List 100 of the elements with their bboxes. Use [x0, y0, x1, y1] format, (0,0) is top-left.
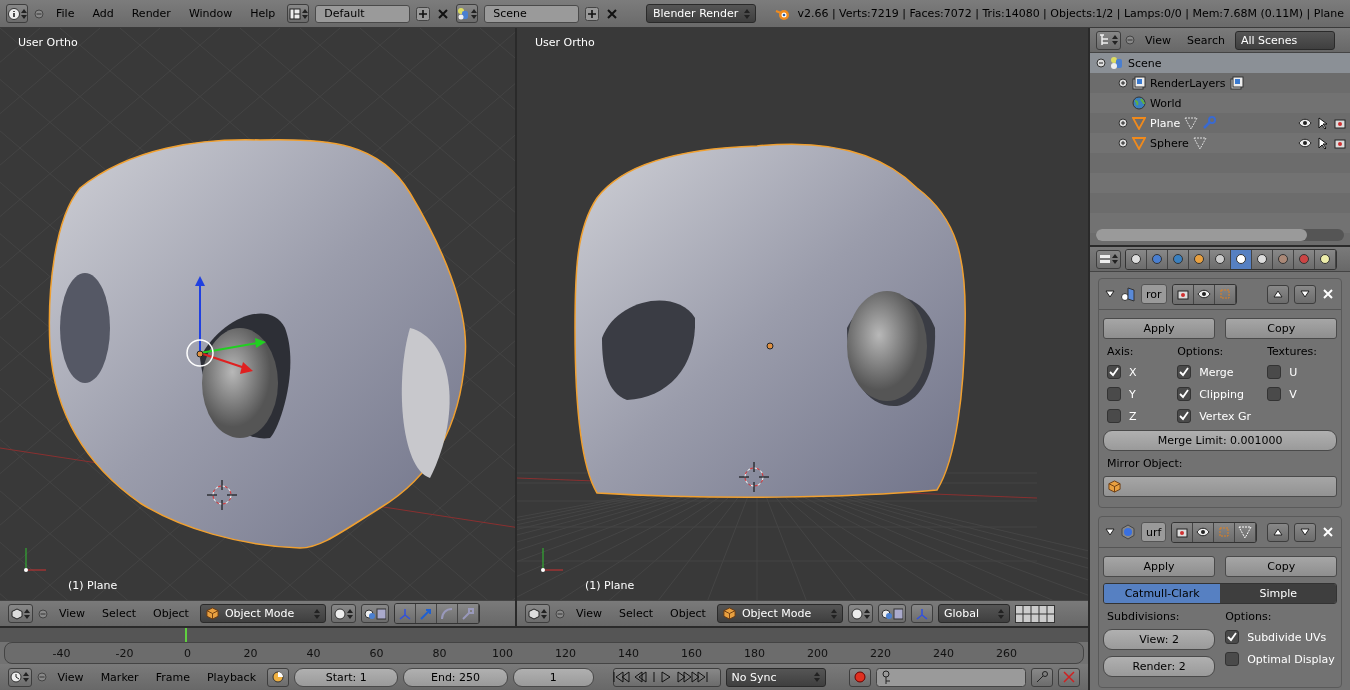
editor-type-button[interactable] [1096, 249, 1121, 269]
plus-icon[interactable] [585, 6, 600, 21]
outliner-row[interactable]: RenderLayers [1090, 73, 1350, 93]
collapse-icon[interactable] [1125, 35, 1135, 45]
view-levels-field[interactable]: View: 2 [1103, 629, 1216, 650]
checkbox[interactable] [1267, 387, 1282, 401]
render-levels-field[interactable]: Render: 2 [1103, 656, 1216, 677]
properties-tab[interactable] [1210, 249, 1231, 269]
menu-item[interactable]: Playback [200, 670, 263, 684]
close-icon[interactable] [1321, 287, 1336, 301]
move-down-button[interactable] [1294, 284, 1317, 304]
menu-item[interactable]: Marker [94, 670, 145, 684]
menu-item[interactable]: File [50, 7, 81, 20]
collapse-icon[interactable] [555, 608, 565, 619]
translate-toggle[interactable] [415, 604, 437, 623]
keying-set-field[interactable] [876, 667, 1026, 687]
move-down-button[interactable] [1294, 522, 1317, 542]
menu-item[interactable]: Object [664, 607, 712, 620]
cursor-arrow-icon[interactable] [1318, 136, 1328, 150]
copy-button[interactable]: Copy [1225, 318, 1338, 339]
cursor-arrow-icon[interactable] [1318, 116, 1328, 130]
checkbox[interactable] [1177, 387, 1192, 401]
camera-icon[interactable] [1334, 116, 1346, 129]
collapse-icon[interactable] [38, 608, 48, 619]
properties-tab[interactable] [1189, 249, 1210, 269]
pivot-button[interactable] [877, 604, 906, 623]
delete-keyframe-button[interactable] [1058, 667, 1080, 687]
display-mode-dropdown[interactable]: All Scenes [1234, 30, 1335, 50]
rotate-toggle[interactable] [436, 604, 458, 623]
sync-dropdown[interactable]: No Sync [725, 667, 827, 687]
expand-icon[interactable] [1118, 78, 1128, 88]
apply-button[interactable]: Apply [1103, 556, 1216, 577]
outliner-row[interactable]: Sphere [1090, 133, 1350, 153]
properties-tab[interactable] [1252, 249, 1273, 269]
layers-grid-icon[interactable] [1014, 604, 1055, 623]
merge-limit-field[interactable]: Merge Limit: 0.001000 [1103, 430, 1338, 451]
orientation-dropdown[interactable]: Global [937, 604, 1010, 623]
subdivision-type-option[interactable]: Catmull-Clark [1104, 584, 1221, 603]
menu-item[interactable]: View [1139, 33, 1178, 47]
start-frame-field[interactable]: Start: 1 [294, 667, 399, 687]
manipulator-button[interactable] [910, 604, 933, 623]
mode-dropdown[interactable]: Object Mode [199, 604, 326, 623]
properties-tab[interactable] [1315, 249, 1336, 269]
menu-item[interactable]: Add [86, 7, 120, 20]
editor-type-button[interactable] [6, 4, 28, 23]
close-icon[interactable] [436, 6, 451, 21]
close-icon[interactable] [1321, 525, 1336, 539]
modifier-display-toggles[interactable] [1171, 521, 1258, 543]
mirror-object-field[interactable] [1103, 476, 1338, 497]
modifier-display-toggles[interactable] [1171, 283, 1237, 305]
camera-icon[interactable] [1334, 136, 1346, 149]
mode-dropdown[interactable]: Object Mode [716, 604, 843, 623]
editor-type-button[interactable] [1096, 30, 1121, 50]
menu-item[interactable]: Help [244, 7, 282, 20]
end-frame-field[interactable]: End: 250 [403, 667, 508, 687]
render-engine-dropdown[interactable]: Blender Render [646, 4, 756, 23]
layout-field[interactable]: Default [315, 4, 411, 23]
menu-item[interactable]: Search [1181, 33, 1231, 47]
checkbox[interactable] [1107, 365, 1121, 379]
outliner-row[interactable]: Plane [1090, 113, 1350, 133]
pivot-button[interactable] [360, 604, 389, 623]
menu-item[interactable]: Frame [149, 670, 196, 684]
scene-button[interactable] [456, 4, 479, 23]
current-frame-field[interactable]: 1 [512, 667, 594, 687]
manipulator-toggle[interactable] [394, 604, 416, 623]
layout-button[interactable] [287, 4, 310, 23]
checkbox[interactable] [1225, 630, 1240, 644]
collapse-icon[interactable] [36, 672, 47, 682]
apply-button[interactable]: Apply [1103, 318, 1216, 339]
checkbox[interactable] [1267, 365, 1282, 379]
expand-icon[interactable] [1118, 118, 1128, 128]
disclosure-triangle-icon[interactable] [1105, 528, 1115, 536]
checkbox[interactable] [1177, 409, 1192, 423]
modifier-name-field[interactable]: ror [1141, 284, 1167, 304]
outliner-row[interactable]: World [1090, 93, 1350, 113]
disclosure-triangle-icon[interactable] [1105, 290, 1115, 298]
checkbox[interactable] [1225, 652, 1240, 666]
preview-range-button[interactable] [267, 667, 290, 687]
checkbox[interactable] [1107, 409, 1121, 423]
eye-icon[interactable] [1298, 136, 1312, 149]
horizontal-scrollbar[interactable] [1096, 229, 1344, 241]
insert-keyframe-button[interactable] [1031, 667, 1053, 687]
move-up-button[interactable] [1267, 284, 1290, 304]
eye-icon[interactable] [1298, 116, 1312, 129]
editor-type-button[interactable] [8, 604, 33, 623]
expand-icon[interactable] [1096, 58, 1106, 68]
collapse-icon[interactable] [34, 8, 44, 19]
properties-tab[interactable] [1231, 249, 1252, 269]
menu-item[interactable]: Render [125, 7, 177, 20]
expand-icon[interactable] [1118, 138, 1128, 148]
checkbox[interactable] [1107, 387, 1121, 401]
menu-item[interactable]: View [51, 670, 90, 684]
properties-tab[interactable] [1126, 249, 1147, 269]
frame-ruler[interactable]: -40 -20 0 20 40 60 80 100 120 140 160 180 200 220 240 260 [4, 642, 1084, 664]
editor-type-button[interactable] [525, 604, 550, 623]
copy-button[interactable]: Copy [1225, 556, 1338, 577]
shading-button[interactable] [847, 604, 873, 623]
menu-item[interactable]: View [570, 607, 609, 620]
close-icon[interactable] [605, 6, 620, 21]
menu-item[interactable]: Select [96, 607, 143, 620]
